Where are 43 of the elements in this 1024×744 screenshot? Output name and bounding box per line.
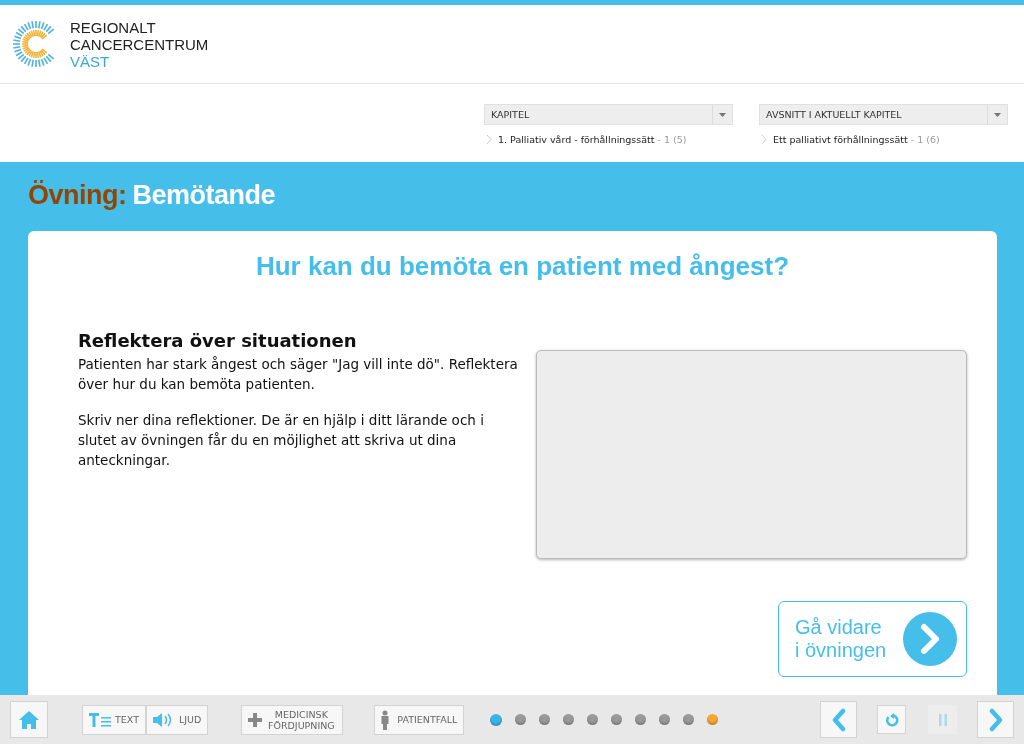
home-icon [18, 709, 40, 730]
medical-button[interactable]: MEDICINSK FÖRDJUPNING [241, 704, 344, 735]
back-button[interactable] [820, 701, 857, 738]
chapter-dropdown[interactable]: AVSNITT I AKTUELLT KAPITEL [759, 104, 1008, 125]
replay-icon [884, 712, 899, 727]
caret-icon [994, 112, 1001, 117]
question-heading: Hur kan du bemöta en patient med ångest? [254, 251, 791, 282]
progress-dot[interactable] [563, 713, 575, 725]
caret-icon [719, 112, 726, 117]
progress-dot[interactable] [707, 713, 719, 725]
pause-icon [937, 713, 948, 726]
progress-dot[interactable] [490, 713, 503, 726]
paragraph: Skriv ner dina reflektioner. De är en hjälp i ditt lärande och i slutet av övningen får du en möjlighet att skriva ut dina anteckningar. [78, 411, 485, 470]
chapter-dropdown[interactable]: KAPITEL [484, 104, 733, 125]
logo-text: CANCERCENTRUM [70, 35, 209, 53]
person-icon [381, 709, 390, 730]
progress-dot[interactable] [611, 713, 623, 725]
text-icon [89, 712, 111, 727]
chevron-icon [761, 134, 767, 145]
plus-icon [248, 712, 263, 727]
progress-dot[interactable] [659, 713, 671, 725]
progress-dot[interactable] [587, 713, 599, 725]
logo-text: REGIONALT [70, 18, 157, 36]
progress-dot[interactable] [515, 713, 527, 725]
chevron-left-icon [831, 707, 846, 732]
exercise-title: Övning: Bemötande [28, 180, 277, 212]
logo-region: VÄST [70, 52, 111, 70]
current-item[interactable]: 1. Palliativ vård - förhållningssätt - 1 (5) [498, 134, 687, 145]
audio-button[interactable]: LJUD [145, 704, 209, 735]
progress-dot[interactable] [683, 713, 695, 725]
chevron-right-icon [988, 707, 1003, 732]
replay-button[interactable] [877, 705, 906, 734]
progress-dot[interactable] [539, 713, 551, 725]
paragraph: Patienten har stark ångest och säger "Jag vill inte dö". Reflektera över hur du kan bemöta patienten. [78, 355, 518, 394]
current-item[interactable]: Ett palliativt förhållningssätt - 1 (6) [773, 134, 940, 145]
forward-button[interactable] [977, 701, 1014, 738]
chevron-icon [486, 134, 492, 145]
progress-dot[interactable] [635, 713, 647, 725]
arrow-right-icon [903, 612, 957, 666]
home-button[interactable] [10, 701, 48, 738]
patient-button[interactable]: PATIENTFALL [374, 704, 465, 735]
text-button[interactable]: TEXT [82, 704, 146, 735]
section-heading: Reflektera över situationen [78, 330, 358, 351]
